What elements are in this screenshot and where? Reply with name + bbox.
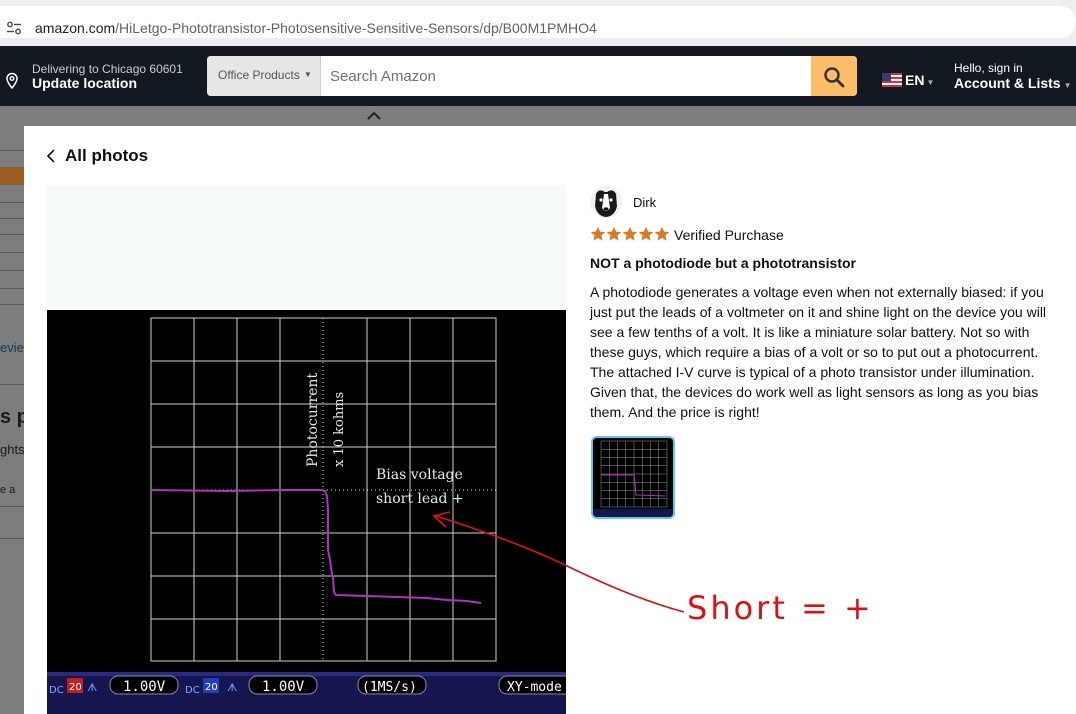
- search-input[interactable]: [322, 56, 811, 96]
- review-photo: Photocurrent x 10 kohms Bias voltage sho…: [47, 310, 566, 714]
- us-flag-icon: [882, 73, 902, 87]
- search-button[interactable]: [811, 56, 857, 96]
- page-overlay-top: [24, 106, 1076, 126]
- review-photo-thumbnail[interactable]: [591, 436, 675, 519]
- reviewer-avatar[interactable]: [590, 186, 622, 218]
- update-location-text: Update location: [32, 75, 138, 91]
- timebase: (1MS/s): [362, 680, 417, 695]
- account-menu[interactable]: Hello, sign in Account & Lists ▼: [954, 61, 1072, 91]
- all-photos-label: All photos: [65, 146, 149, 165]
- ch2-scale: 1.00V: [262, 679, 305, 695]
- verified-purchase-badge: Verified Purchase: [674, 227, 784, 243]
- star-icon: [638, 226, 654, 241]
- all-photos-back-button[interactable]: All photos: [46, 146, 148, 166]
- page-fragment-text: e a: [0, 484, 16, 496]
- review-body: A photodiode generates a voltage even wh…: [590, 284, 1047, 420]
- oscilloscope-thumbnail-image: [593, 438, 673, 517]
- star-icon: [654, 226, 670, 241]
- divider: [0, 252, 24, 253]
- bias-voltage-label: short lead +: [376, 491, 464, 507]
- star-icon: [590, 226, 606, 241]
- divider: [0, 506, 24, 507]
- divider: [0, 304, 24, 305]
- divider: [0, 270, 24, 271]
- caret-down-icon: ▼: [303, 70, 312, 79]
- search-bar: Office Products ▼: [207, 56, 857, 96]
- caret-down-icon: ▼: [1063, 81, 1072, 90]
- ch1-bandwidth-icon: ᗑ: [87, 681, 97, 694]
- site-settings-icon[interactable]: [6, 20, 22, 36]
- divider: [0, 202, 24, 203]
- divider: [0, 150, 24, 151]
- oscilloscope-screenshot: Photocurrent x 10 kohms Bias voltage sho…: [47, 317, 566, 714]
- ch2-coupling: DC: [185, 685, 200, 696]
- y-axis-label: Photocurrent: [305, 373, 321, 467]
- caret-down-icon: ▼: [926, 78, 935, 87]
- ch1-scale: 1.00V: [123, 679, 166, 695]
- account-lists-label: Account & Lists: [954, 75, 1061, 91]
- sign-in-greeting: Hello, sign in: [954, 61, 1023, 75]
- url-text[interactable]: amazon.com/HiLetgo-Phototransistor-Photo…: [35, 20, 597, 36]
- search-icon: [824, 67, 845, 88]
- ch2-probe: 20: [205, 682, 218, 693]
- divider: [0, 384, 24, 385]
- ch1-coupling: DC: [49, 685, 64, 696]
- address-bar[interactable]: amazon.com/HiLetgo-Phototransistor-Photo…: [0, 6, 1076, 38]
- ch1-probe: 20: [69, 682, 82, 693]
- search-category-label: Office Products: [218, 68, 300, 82]
- page-fragment-text: s p: [0, 406, 24, 428]
- star-icon: [606, 226, 622, 241]
- star-rating: [590, 226, 670, 242]
- y-axis-label: x 10 kohms: [332, 392, 347, 467]
- star-icon: [622, 226, 638, 241]
- page-overlay-left: eviev s p ghts e a: [0, 106, 24, 714]
- url-path: /HiLetgo-Phototransistor-Photosensitive-…: [115, 20, 597, 36]
- ch2-bandwidth-icon: ᗑ: [227, 681, 237, 694]
- divider: [0, 234, 24, 235]
- dog-avatar-icon: [590, 186, 622, 218]
- language-label: EN: [905, 72, 925, 88]
- url-host: amazon.com: [35, 20, 116, 36]
- reviewer-name[interactable]: Dirk: [633, 195, 656, 210]
- chevron-up-icon: [367, 111, 381, 120]
- search-category-select[interactable]: Office Products ▼: [207, 56, 321, 96]
- delivering-to-text: Delivering to Chicago 60601: [32, 62, 183, 76]
- bias-voltage-label: Bias voltage: [376, 467, 463, 483]
- page-fragment-text: ghts: [0, 442, 24, 457]
- divider: [0, 538, 24, 539]
- divider: [0, 218, 24, 219]
- amazon-header: Delivering to Chicago 60601 Update locat…: [0, 46, 1076, 106]
- browser-toolbar: amazon.com/HiLetgo-Phototransistor-Photo…: [0, 0, 1076, 46]
- scope-mode: XY-mode: [507, 680, 562, 695]
- page-fragment-orange: [0, 167, 24, 185]
- divider: [0, 288, 24, 289]
- page-fragment-text: eviev: [0, 340, 24, 355]
- scope-center-axes: [151, 318, 496, 661]
- chevron-left-icon: [46, 149, 55, 163]
- language-selector[interactable]: EN ▼: [882, 72, 934, 88]
- location-pin-icon: [6, 72, 18, 90]
- review-title: NOT a photodiode but a phototransistor: [590, 255, 856, 271]
